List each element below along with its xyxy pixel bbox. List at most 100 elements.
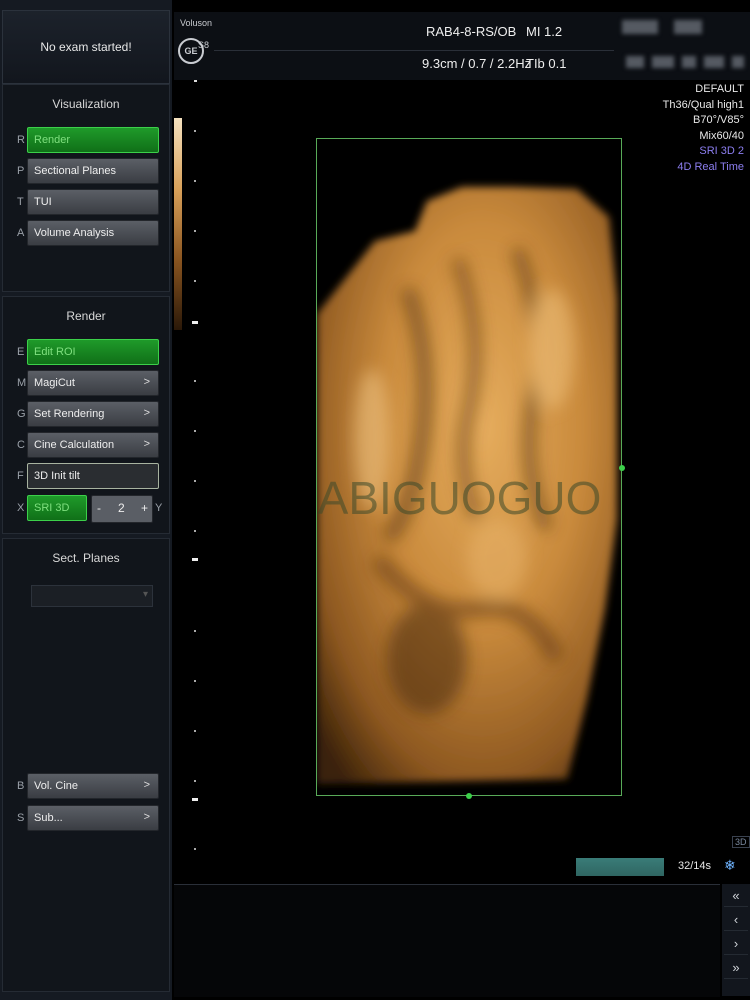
magicut-button[interactable]: MagiCut > <box>27 370 159 396</box>
mode-status: 4D Real Time <box>677 160 744 173</box>
next-frame-button[interactable]: › <box>724 934 748 955</box>
blurred-date <box>626 56 644 68</box>
hotkey-sub: S <box>17 812 25 824</box>
vol-cine-button[interactable]: Vol. Cine > <box>27 773 159 799</box>
minus-icon[interactable]: - <box>97 501 101 515</box>
sri-3d-button[interactable]: SRI 3D <box>27 495 87 521</box>
sub-label: Sub... <box>34 812 63 824</box>
visualization-section: Visualization R Render P Sectional Plane… <box>2 84 170 292</box>
preset-name: DEFAULT <box>695 83 744 95</box>
3d-init-tilt-button[interactable]: 3D Init tilt <box>27 463 159 489</box>
row-3d-init-tilt: F 3D Init tilt <box>3 463 169 491</box>
render-section-title: Render <box>66 309 106 323</box>
row-tui: T TUI <box>3 189 169 217</box>
hotkey-render: R <box>17 134 25 146</box>
hotkey-3d-init-tilt: F <box>17 470 24 482</box>
volume-analysis-label: Volume Analysis <box>34 227 115 239</box>
blurred-time <box>704 56 724 68</box>
blurred-date <box>652 56 674 68</box>
chevron-right-icon: > <box>143 376 150 388</box>
hotkey-cine-calculation: C <box>17 439 25 451</box>
blurred-patient-info <box>674 20 702 34</box>
watermark-text: BABIGUOGUO <box>317 472 601 524</box>
hotkey-set-rendering: G <box>17 408 26 420</box>
render-roi-frame[interactable]: BABIGUOGUO <box>316 138 622 796</box>
fetal-3d-render: BABIGUOGUO <box>317 187 617 784</box>
chevron-right-icon: > <box>143 407 150 419</box>
tui-button[interactable]: TUI <box>27 189 159 215</box>
row-render: R Render <box>3 127 169 155</box>
sri-level-value: 2 <box>118 501 125 515</box>
sri-3d-label: SRI 3D <box>34 502 70 514</box>
vol-cine-label: Vol. Cine <box>34 780 79 792</box>
first-frame-button[interactable]: « <box>724 886 748 907</box>
roi-handle-bottom[interactable] <box>466 793 472 799</box>
chevron-right-icon: > <box>143 438 150 450</box>
sweep-angles: B70°/V85° <box>693 114 744 126</box>
cine-frame-count: 32/14s <box>678 860 712 872</box>
roi-handle-right[interactable] <box>619 465 625 471</box>
probe-name: RAB4-8-RS/OB <box>426 24 517 39</box>
header-bar: Voluson GE S8 RAB4-8-RS/OB MI 1.2 9.3cm … <box>174 12 750 80</box>
blurred-time <box>732 56 744 68</box>
sectional-planes-button[interactable]: Sectional Planes <box>27 158 159 184</box>
cine-calculation-button[interactable]: Cine Calculation > <box>27 432 159 458</box>
row-edit-roi: E Edit ROI <box>3 339 169 367</box>
hotkey-tui: T <box>17 196 24 208</box>
hotkey-magicut: M <box>17 377 27 389</box>
sect-planes-section: Sect. Planes ▾ B Vol. Cine > S Sub... > <box>2 538 170 992</box>
mix-ratio: Mix60/40 <box>699 129 744 142</box>
cine-nav-controls: « ‹ › » <box>722 884 750 996</box>
render-button[interactable]: Render <box>27 127 159 153</box>
visualization-title: Visualization <box>52 97 120 111</box>
cine-timeline[interactable] <box>174 884 720 997</box>
render-button-label: Render <box>34 134 71 146</box>
row-volume-analysis: A Volume Analysis <box>3 220 169 248</box>
set-rendering-label: Set Rendering <box>34 408 105 420</box>
row-set-rendering: G Set Rendering > <box>3 401 169 429</box>
color-map-bar <box>174 118 182 330</box>
sect-planes-dropdown[interactable]: ▾ <box>31 585 153 607</box>
view-3d-badge: 3D <box>732 836 750 848</box>
sri-level-stepper[interactable]: - 2 + <box>91 495 153 523</box>
row-vol-cine: B Vol. Cine > <box>3 773 169 801</box>
blurred-patient-info <box>622 20 658 34</box>
row-cine-calculation: C Cine Calculation > <box>3 432 169 460</box>
hotkey-sectional-planes: P <box>17 165 25 177</box>
hotkey-sri-3d: X <box>17 502 25 514</box>
blurred-time <box>682 56 696 68</box>
depth-scale <box>192 80 198 850</box>
set-rendering-button[interactable]: Set Rendering > <box>27 401 159 427</box>
hotkey-sri-3d-right: Y <box>155 502 163 514</box>
magicut-label: MagiCut <box>34 377 75 389</box>
plus-icon[interactable]: + <box>141 501 148 515</box>
hotkey-volume-analysis: A <box>17 227 25 239</box>
cine-progress-bar[interactable] <box>576 858 664 876</box>
last-frame-button[interactable]: » <box>724 958 748 979</box>
row-sub: S Sub... > <box>3 805 169 833</box>
chevron-right-icon: > <box>143 779 150 791</box>
prev-frame-button[interactable]: ‹ <box>724 910 748 931</box>
row-magicut: M MagiCut > <box>3 370 169 398</box>
brand-name: Voluson <box>180 18 213 28</box>
sect-planes-title: Sect. Planes <box>52 551 120 565</box>
hotkey-vol-cine: B <box>17 780 25 792</box>
depth-params: 9.3cm / 0.7 / 2.2Hz <box>422 56 532 71</box>
sub-button[interactable]: Sub... > <box>27 805 159 831</box>
cine-calculation-label: Cine Calculation <box>34 439 115 451</box>
ge-logo-text: GE <box>184 46 198 56</box>
row-sectional-planes: P Sectional Planes <box>3 158 169 186</box>
sri-status: SRI 3D 2 <box>699 145 744 157</box>
chevron-down-icon: ▾ <box>142 589 148 600</box>
exam-status-text: No exam started! <box>40 40 132 54</box>
thermal-index: TIb 0.1 <box>526 56 567 71</box>
model-name: S8 <box>198 40 210 50</box>
edit-roi-button[interactable]: Edit ROI <box>27 339 159 365</box>
volume-analysis-button[interactable]: Volume Analysis <box>27 220 159 246</box>
sectional-planes-label: Sectional Planes <box>34 165 116 177</box>
threshold-quality: Th36/Qual high1 <box>662 98 744 111</box>
snowflake-icon[interactable]: ❄ <box>724 857 736 874</box>
exam-status-box: No exam started! <box>2 10 170 84</box>
mechanical-index: MI 1.2 <box>526 24 563 39</box>
acquisition-info: DEFAULT Th36/Qual high1 B70°/V85° Mix60/… <box>663 82 744 175</box>
